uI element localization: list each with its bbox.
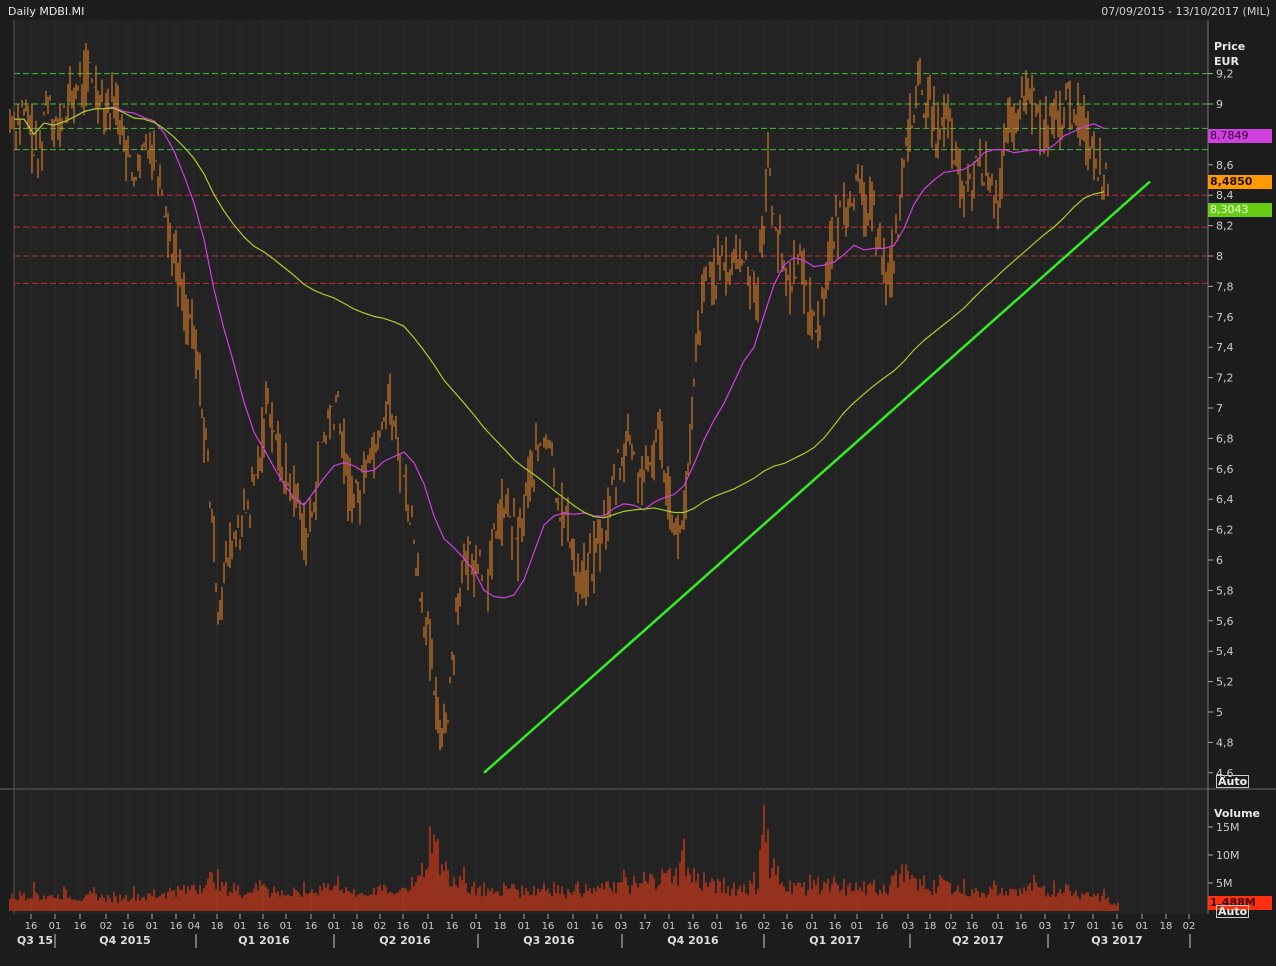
x-tick-label: 16 xyxy=(397,921,410,932)
y-tick-label: 6,6 xyxy=(1216,463,1234,476)
y-tick-label: 9 xyxy=(1216,98,1223,111)
y-tick-label: 9,2 xyxy=(1216,68,1234,81)
x-tick-label: 03 xyxy=(902,921,915,932)
quarter-label: Q1 2016 xyxy=(238,934,290,947)
x-tick-label: 16 xyxy=(966,921,979,932)
x-tick-label: 16 xyxy=(74,921,87,932)
x-tick-label: 02 xyxy=(945,921,958,932)
y-axis-title: Price xyxy=(1214,40,1245,53)
y-tick-label: 6,4 xyxy=(1216,493,1234,506)
x-tick-label: 03 xyxy=(1039,921,1052,932)
x-tick-label: 01 xyxy=(992,921,1005,932)
x-tick-label: 02 xyxy=(100,921,113,932)
y-tick-label: 6 xyxy=(1216,554,1223,567)
x-tick-label: 16 xyxy=(687,921,700,932)
y-axis-title: EUR xyxy=(1214,55,1239,68)
x-tick-label: 16 xyxy=(1015,921,1028,932)
quarter-label: Q2 2017 xyxy=(952,934,1003,947)
price-auto-scale-button[interactable]: Auto xyxy=(1216,775,1250,788)
volume-y-tick-label: 15M xyxy=(1216,821,1240,834)
x-tick-label: 16 xyxy=(170,921,183,932)
x-tick-label: 03 xyxy=(615,921,628,932)
x-tick-label: 01 xyxy=(518,921,531,932)
volume-panel xyxy=(14,790,1208,914)
x-tick-label: 18 xyxy=(211,921,224,932)
x-tick-label: 16 xyxy=(542,921,555,932)
y-tick-label: 8,2 xyxy=(1216,220,1234,233)
x-tick-label: 01 xyxy=(1136,921,1149,932)
x-tick-label: 01 xyxy=(280,921,293,932)
y-tick-label: 5,6 xyxy=(1216,615,1234,628)
x-tick-label: 01 xyxy=(422,921,435,932)
y-tick-label: 4,8 xyxy=(1216,736,1234,749)
quarter-label: Q3 15 xyxy=(17,934,53,947)
x-tick-label: 18 xyxy=(924,921,937,932)
x-tick-label: 02 xyxy=(1183,921,1196,932)
x-tick-label: 01 xyxy=(806,921,819,932)
x-tick-label: 01 xyxy=(851,921,864,932)
x-tick-label: 16 xyxy=(305,921,318,932)
x-tick-label: 16 xyxy=(829,921,842,932)
x-tick-label: 04 xyxy=(188,921,201,932)
y-tick-label: 5 xyxy=(1216,706,1223,719)
y-tick-label: 6,8 xyxy=(1216,432,1234,445)
x-tick-label: 01 xyxy=(663,921,676,932)
x-tick-label: 17 xyxy=(1063,921,1076,932)
y-tick-label: 6,2 xyxy=(1216,524,1234,537)
y-tick-label: 8,4 xyxy=(1216,189,1234,202)
x-tick-label: 01 xyxy=(234,921,247,932)
volume-auto-scale-button[interactable]: Auto xyxy=(1216,905,1250,918)
x-tick-label: 16 xyxy=(735,921,748,932)
quarter-label: Q3 2016 xyxy=(523,934,575,947)
y-tick-label: 5,4 xyxy=(1216,645,1234,658)
x-tick-label: 01 xyxy=(567,921,580,932)
y-tick-label: 8,6 xyxy=(1216,159,1234,172)
quarter-label: Q3 2017 xyxy=(1091,934,1142,947)
price-volume-chart: 16 01 16 02 16 01 16 04 18 01 16 01 16 01 18 02 16 01 16 01… xyxy=(0,20,1276,948)
y-tick-label: 7,2 xyxy=(1216,372,1234,385)
x-tick-label: 16 xyxy=(1111,921,1124,932)
quarter-label: Q1 2017 xyxy=(809,934,860,947)
quarter-label: Q4 2015 xyxy=(99,934,150,947)
x-tick-label: 16 xyxy=(446,921,459,932)
ma-short-value-badge: 8,7849 xyxy=(1208,129,1272,143)
x-tick-label: 17 xyxy=(639,921,652,932)
volume-y-tick-label: 5M xyxy=(1216,877,1233,890)
close-value-badge: 8,4850 xyxy=(1208,175,1272,189)
y-tick-label: 7 xyxy=(1216,402,1223,415)
y-tick-label: 5,8 xyxy=(1216,584,1234,597)
x-tick-label: 02 xyxy=(758,921,771,932)
x-tick-label: 01 xyxy=(49,921,62,932)
x-tick-label: 01 xyxy=(328,921,341,932)
x-tick-label: 16 xyxy=(122,921,135,932)
x-tick-label: 16 xyxy=(591,921,604,932)
x-tick-label: 01 xyxy=(146,921,159,932)
y-tick-label: 7,8 xyxy=(1216,280,1234,293)
x-tick-label: 18 xyxy=(1160,921,1173,932)
x-tick-label: 16 xyxy=(25,921,38,932)
x-tick-label: 16 xyxy=(257,921,270,932)
x-tick-label: 18 xyxy=(494,921,507,932)
x-tick-label: 16 xyxy=(781,921,794,932)
y-tick-label: 5,2 xyxy=(1216,676,1234,689)
y-tick-label: 7,6 xyxy=(1216,311,1234,324)
quarter-label: Q4 2016 xyxy=(667,934,719,947)
y-tick-label: 7,4 xyxy=(1216,341,1234,354)
x-tick-label: 18 xyxy=(351,921,364,932)
x-tick-label: 01 xyxy=(711,921,724,932)
quarter-label: Q2 2016 xyxy=(379,934,431,947)
x-tick-label: 16 xyxy=(876,921,889,932)
y-tick-label: 8 xyxy=(1216,250,1223,263)
price-panel xyxy=(14,20,1208,788)
x-tick-label: 01 xyxy=(470,921,483,932)
x-tick-label: 01 xyxy=(1087,921,1100,932)
volume-axis-title: Volume xyxy=(1214,807,1260,820)
volume-y-tick-label: 10M xyxy=(1216,849,1240,862)
x-tick-label: 02 xyxy=(374,921,387,932)
ma-long-value-badge: 8,3043 xyxy=(1208,203,1272,217)
